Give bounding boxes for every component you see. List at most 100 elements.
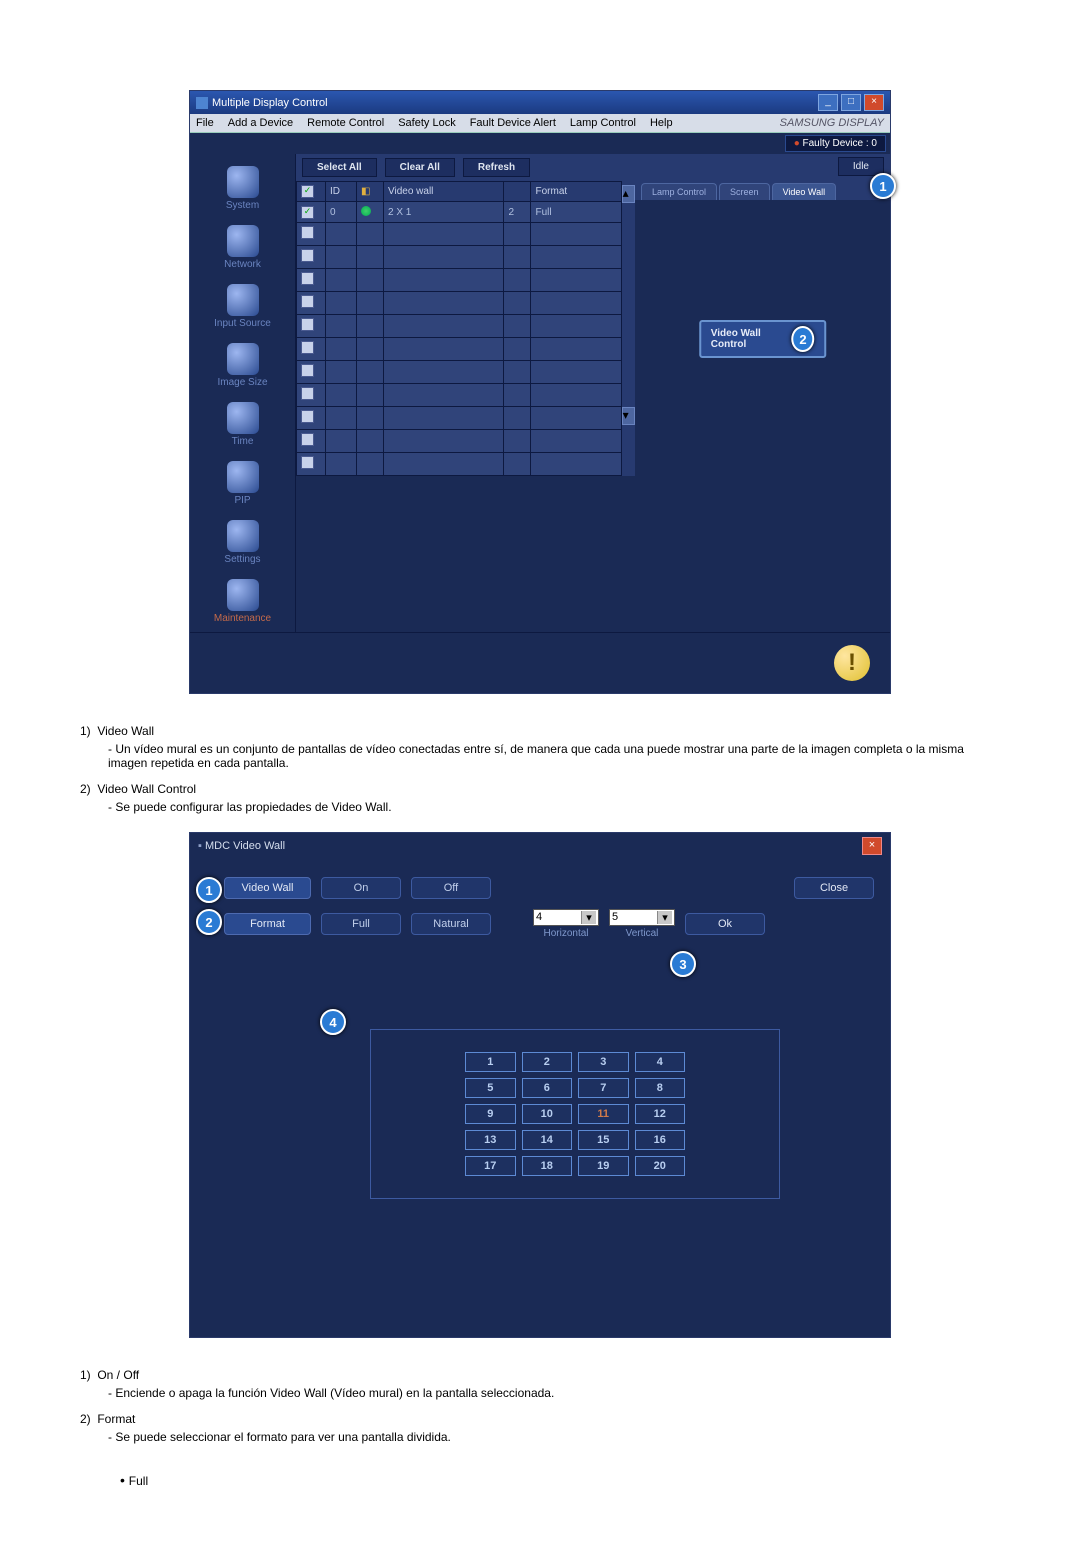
input-source-icon — [227, 284, 259, 316]
row-checkbox[interactable] — [301, 387, 314, 400]
menu-fault-device-alert[interactable]: Fault Device Alert — [470, 117, 556, 129]
item-body: Un vídeo mural es un conjunto de pantall… — [108, 742, 1000, 770]
grid-cell[interactable]: 5 — [465, 1078, 516, 1098]
sidebar-item-settings[interactable]: Settings — [190, 514, 295, 573]
scrollbar-thumb[interactable]: ▴ — [622, 185, 635, 203]
tab-screen[interactable]: Screen — [719, 183, 770, 200]
row-checkbox[interactable] — [301, 318, 314, 331]
right-panel: Idle Lamp Control Screen Video Wall 1 Vi… — [635, 154, 890, 632]
grid-cell[interactable]: 3 — [578, 1052, 629, 1072]
display-grid-panel: 1 2 3 4 5 6 7 8 9 10 11 12 13 14 15 16 1 — [370, 1029, 780, 1199]
off-button[interactable]: Off — [411, 877, 491, 899]
sidebar-item-image-size[interactable]: Image Size — [190, 337, 295, 396]
vertical-select[interactable]: 5▾ — [609, 909, 675, 926]
grid-cell[interactable]: 11 — [578, 1104, 629, 1124]
power-header-icon: ◧ — [361, 186, 370, 197]
callout-4-icon: 4 — [320, 1009, 346, 1035]
grid-cell[interactable]: 17 — [465, 1156, 516, 1176]
close-button[interactable]: Close — [794, 877, 874, 899]
callout-3-icon: 3 — [670, 951, 696, 977]
header-checkbox[interactable] — [301, 185, 314, 198]
dialog-close-button[interactable]: × — [862, 837, 882, 855]
scrollbar-down[interactable]: ▾ — [622, 407, 635, 425]
grid-cell[interactable]: 19 — [578, 1156, 629, 1176]
menu-bar: File Add a Device Remote Control Safety … — [190, 114, 890, 133]
clear-all-button[interactable]: Clear All — [385, 158, 455, 177]
row-checkbox[interactable] — [301, 249, 314, 262]
menu-file[interactable]: File — [196, 117, 214, 129]
ok-button[interactable]: Ok — [685, 913, 765, 935]
grid-cell[interactable]: 18 — [522, 1156, 573, 1176]
row-checkbox[interactable] — [301, 226, 314, 239]
chevron-down-icon: ▾ — [581, 911, 596, 924]
video-wall-label: Video Wall — [224, 877, 311, 899]
item-body: Enciende o apaga la función Video Wall (… — [108, 1386, 1000, 1400]
mdc-video-wall-dialog: ▪ MDC Video Wall × 1 Video Wall On Off C… — [189, 832, 891, 1338]
grid-cell[interactable]: 15 — [578, 1130, 629, 1150]
full-button[interactable]: Full — [321, 913, 401, 935]
close-button[interactable]: × — [864, 94, 884, 111]
chevron-down-icon: ▾ — [657, 911, 672, 924]
app-icon — [196, 97, 208, 109]
callout-2-icon: 2 — [196, 909, 222, 935]
window-title: Multiple Display Control — [212, 97, 328, 109]
sidebar-item-pip[interactable]: PIP — [190, 455, 295, 514]
row-checkbox[interactable] — [301, 272, 314, 285]
table-row[interactable]: 0 2 X 1 2 Full — [297, 202, 622, 223]
menu-add-device[interactable]: Add a Device — [228, 117, 293, 129]
grid-cell[interactable]: 13 — [465, 1130, 516, 1150]
grid-cell[interactable]: 4 — [635, 1052, 686, 1072]
grid-cell[interactable]: 6 — [522, 1078, 573, 1098]
horizontal-select[interactable]: 4▾ — [533, 909, 599, 926]
row-checkbox[interactable] — [301, 410, 314, 423]
on-button[interactable]: On — [321, 877, 401, 899]
table-scrollbar[interactable]: ▴ ▾ — [622, 181, 635, 476]
grid-cell[interactable]: 16 — [635, 1130, 686, 1150]
grid-cell[interactable]: 9 — [465, 1104, 516, 1124]
row-checkbox[interactable] — [301, 364, 314, 377]
grid-cell[interactable]: 14 — [522, 1130, 573, 1150]
refresh-button[interactable]: Refresh — [463, 158, 530, 177]
mdc-main-window: Multiple Display Control _ □ × File Add … — [189, 90, 891, 694]
power-on-icon — [361, 206, 371, 216]
time-icon — [227, 402, 259, 434]
menu-help[interactable]: Help — [650, 117, 673, 129]
sidebar-item-input-source[interactable]: Input Source — [190, 278, 295, 337]
bottom-bar: ! — [190, 632, 890, 693]
grid-cell[interactable]: 10 — [522, 1104, 573, 1124]
dialog-title: MDC Video Wall — [205, 840, 285, 852]
menu-remote-control[interactable]: Remote Control — [307, 117, 384, 129]
sidebar-item-system[interactable]: System — [190, 160, 295, 219]
grid-cell[interactable]: 20 — [635, 1156, 686, 1176]
grid-cell[interactable]: 2 — [522, 1052, 573, 1072]
grid-cell[interactable]: 7 — [578, 1078, 629, 1098]
video-wall-control-button[interactable]: Video Wall Control 2 — [699, 320, 827, 358]
grid-cell[interactable]: 12 — [635, 1104, 686, 1124]
sidebar-item-maintenance[interactable]: Maintenance — [190, 573, 295, 632]
minimize-button[interactable]: _ — [818, 94, 838, 111]
row-checkbox[interactable] — [301, 433, 314, 446]
col-format: Format — [531, 182, 621, 202]
tab-lamp-control[interactable]: Lamp Control — [641, 183, 717, 200]
callout-1-icon: 1 — [870, 173, 896, 199]
sidebar-item-time[interactable]: Time — [190, 396, 295, 455]
natural-button[interactable]: Natural — [411, 913, 491, 935]
row-checkbox[interactable] — [301, 206, 314, 219]
image-size-icon — [227, 343, 259, 375]
menu-safety-lock[interactable]: Safety Lock — [398, 117, 455, 129]
row-checkbox[interactable] — [301, 341, 314, 354]
faulty-device-status: Faulty Device : 0 — [785, 135, 886, 152]
doc-text-2: 1) On / Off Enciende o apaga la función … — [80, 1368, 1000, 1488]
sidebar-item-network[interactable]: Network — [190, 219, 295, 278]
menu-lamp-control[interactable]: Lamp Control — [570, 117, 636, 129]
grid-cell[interactable]: 8 — [635, 1078, 686, 1098]
system-icon — [227, 166, 259, 198]
grid-cell[interactable]: 1 — [465, 1052, 516, 1072]
row-checkbox[interactable] — [301, 456, 314, 469]
tab-video-wall[interactable]: Video Wall — [772, 183, 837, 200]
bullet-item: Full — [120, 1472, 1000, 1488]
select-all-button[interactable]: Select All — [302, 158, 377, 177]
settings-icon — [227, 520, 259, 552]
row-checkbox[interactable] — [301, 295, 314, 308]
maximize-button[interactable]: □ — [841, 94, 861, 111]
